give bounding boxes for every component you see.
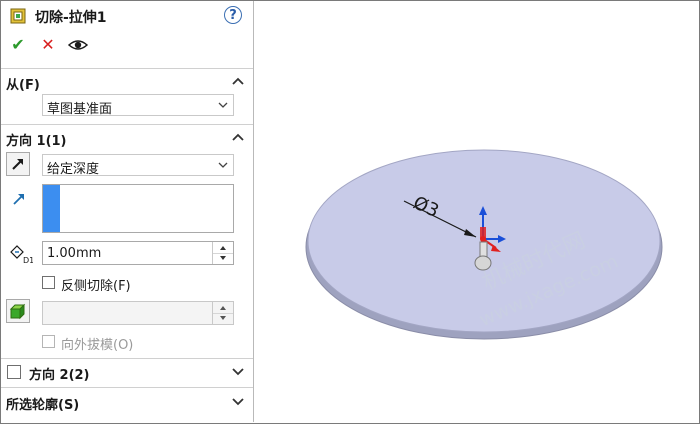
reverse-direction-button[interactable]	[6, 152, 30, 176]
property-manager-panel: 切除-拉伸1 ? ✔ ✕ 从(F) 草图基准面 方向 1(1) 给定深度 D1 …	[1, 1, 254, 422]
action-row: ✔ ✕	[1, 34, 253, 58]
direction2-checkbox[interactable]	[7, 365, 21, 379]
triangle-down-icon	[220, 256, 226, 260]
eye-icon	[67, 40, 89, 50]
draft-angle-decrement-button[interactable]	[213, 313, 233, 324]
from-start-condition-value: 草图基准面	[47, 102, 113, 117]
triangle-down-icon	[220, 316, 226, 320]
svg-text:D1: D1	[23, 256, 33, 265]
help-button[interactable]: ?	[224, 6, 242, 24]
section-direction1-label: 方向 1(1)	[6, 134, 67, 149]
direction-vector-icon	[13, 194, 24, 205]
cut-extrude-icon	[10, 8, 26, 24]
depth-decrement-button[interactable]	[213, 253, 233, 264]
triad-z-marker	[480, 227, 486, 239]
draft-outward-label: 向外拔模(O)	[61, 338, 134, 353]
direction-reference-selection-box[interactable]	[42, 184, 234, 233]
draft-angle-spinner	[212, 302, 233, 324]
draft-icon	[9, 303, 26, 320]
chevron-down-icon[interactable]	[230, 393, 246, 409]
model-view: Ø3 机械时代网 www.jxage.com	[305, 149, 663, 340]
draft-toggle-button[interactable]	[6, 299, 30, 323]
section-selected-contours-label: 所选轮廓(S)	[6, 398, 80, 413]
end-condition-select[interactable]: 给定深度	[42, 154, 234, 177]
section-direction1-header[interactable]: 方向 1(1)	[1, 124, 253, 151]
section-direction2-header[interactable]: 方向 2(2)	[1, 358, 253, 387]
section-from-header[interactable]: 从(F)	[1, 68, 253, 95]
section-direction2-label: 方向 2(2)	[29, 368, 90, 383]
reverse-direction-icon	[12, 159, 23, 170]
section-from-label: 从(F)	[6, 78, 40, 93]
feature-title: 切除-拉伸1	[35, 10, 107, 26]
ok-button[interactable]: ✔	[7, 34, 29, 56]
feature-title-row: 切除-拉伸1 ?	[1, 1, 253, 31]
end-condition-value: 给定深度	[47, 162, 100, 177]
section-selected-contours-header[interactable]: 所选轮廓(S)	[1, 387, 253, 414]
graphics-viewport[interactable]: Ø3 机械时代网 www.jxage.com	[254, 1, 699, 422]
triangle-up-icon	[220, 306, 226, 310]
cancel-button[interactable]: ✕	[37, 34, 59, 56]
draft-outward-checkbox	[42, 335, 55, 348]
flip-side-to-cut-checkbox[interactable]	[42, 276, 55, 289]
preview-button[interactable]	[67, 34, 89, 56]
chevron-down-icon	[218, 162, 228, 168]
depth-spinner	[212, 242, 233, 264]
depth-dimension-icon: D1	[10, 245, 33, 265]
chevron-down-icon	[218, 102, 228, 108]
from-start-condition-select[interactable]: 草图基准面	[42, 94, 234, 117]
triangle-up-icon	[220, 246, 226, 250]
chevron-up-icon[interactable]	[230, 73, 246, 89]
chevron-up-icon[interactable]	[230, 129, 246, 145]
depth-value: 1.00mm	[47, 246, 102, 261]
depth-input[interactable]: 1.00mm	[42, 241, 234, 265]
flip-side-to-cut-label: 反侧切除(F)	[61, 279, 131, 294]
draft-angle-input[interactable]	[42, 301, 234, 325]
chevron-down-icon[interactable]	[230, 363, 246, 379]
selection-focus-bar	[43, 185, 60, 232]
